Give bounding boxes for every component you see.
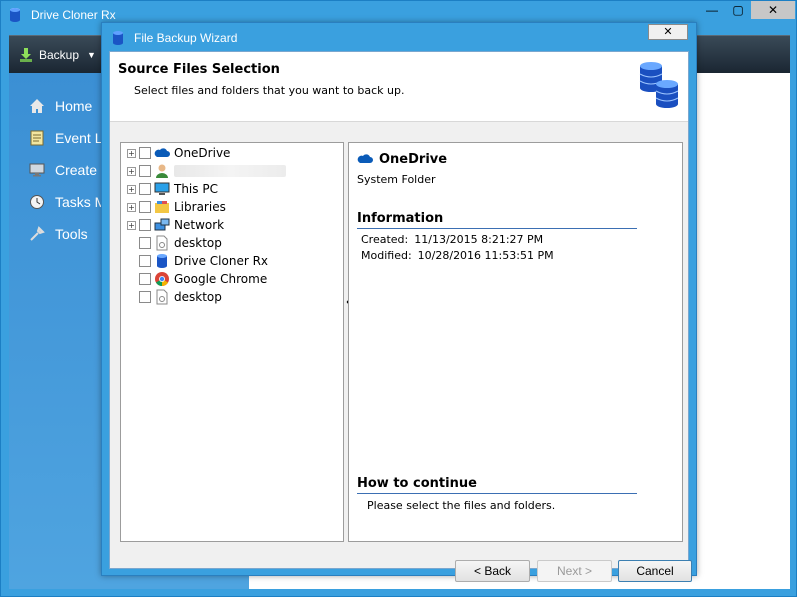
expand-icon[interactable]: +: [127, 184, 136, 194]
monitor-icon: [29, 163, 45, 177]
tree-checkbox[interactable]: [139, 165, 151, 177]
tree-checkbox[interactable]: [139, 147, 151, 159]
network-icon: [154, 218, 170, 231]
tree-checkbox[interactable]: [139, 255, 151, 267]
created-label: Created:: [361, 233, 409, 246]
source-tree[interactable]: + OneDrive + + This PC + Libraries + Net…: [120, 142, 344, 542]
tree-item-label: This PC: [174, 182, 218, 196]
expand-icon[interactable]: +: [127, 202, 136, 212]
modified-label: Modified:: [361, 249, 412, 262]
app-title: Drive Cloner Rx: [31, 8, 116, 22]
chrome-icon: [155, 272, 169, 286]
computer-icon: [154, 182, 170, 195]
tree-checkbox[interactable]: [139, 273, 151, 285]
sidebar-item-label: Tools: [55, 226, 88, 242]
tree-item-label: desktop: [174, 236, 222, 250]
tree-item-google-chrome[interactable]: Google Chrome: [127, 270, 267, 288]
tree-checkbox[interactable]: [139, 219, 151, 231]
tree-item-onedrive[interactable]: + OneDrive: [127, 144, 230, 162]
minimize-button[interactable]: —: [698, 1, 726, 19]
selected-item-type: System Folder: [357, 173, 436, 186]
how-to-continue-heading: How to continue: [357, 476, 637, 494]
expand-icon[interactable]: +: [127, 220, 136, 230]
tree-item-user[interactable]: +: [127, 162, 286, 180]
sidebar-item-create[interactable]: Create F: [29, 159, 109, 181]
selected-item-title: OneDrive: [357, 151, 447, 167]
wizard-step-title: Source Files Selection: [118, 62, 280, 77]
log-icon: [30, 130, 44, 146]
shortcut-file-icon: [156, 289, 168, 305]
sidebar-item-label: Tasks M: [55, 194, 107, 210]
back-button[interactable]: < Back: [455, 560, 530, 582]
backup-menu-button[interactable]: Backup ▼: [19, 44, 96, 66]
wizard-step-subtitle: Select files and folders that you want t…: [134, 84, 405, 97]
dialog-title: File Backup Wizard: [134, 31, 238, 45]
onedrive-icon: [154, 148, 170, 157]
tree-item-label: desktop: [174, 290, 222, 304]
dialog-body: Source Files Selection Select files and …: [109, 51, 692, 582]
tree-checkbox[interactable]: [139, 237, 151, 249]
chevron-down-icon: ▼: [87, 50, 96, 60]
user-icon: [156, 164, 168, 178]
clock-icon: [30, 195, 44, 209]
tree-checkbox[interactable]: [139, 183, 151, 195]
item-info-panel: OneDrive System Folder Information Creat…: [348, 142, 683, 542]
tree-item-drive-cloner[interactable]: Drive Cloner Rx: [127, 252, 268, 270]
database-icon: [113, 31, 123, 45]
modified-value: 10/28/2016 11:53:51 PM: [417, 249, 554, 262]
tree-item-desktop[interactable]: desktop: [127, 234, 222, 252]
tree-item-label: OneDrive: [174, 146, 231, 160]
tree-item-desktop-2[interactable]: desktop: [127, 288, 222, 306]
file-backup-wizard-dialog: File Backup Wizard ✕ Source Files Select…: [101, 22, 697, 582]
database-icon: [10, 8, 20, 22]
close-button[interactable]: ✕: [751, 1, 795, 19]
how-to-continue-text: Please select the files and folders.: [367, 499, 556, 512]
dialog-close-button[interactable]: ✕: [648, 24, 688, 40]
shortcut-file-icon: [156, 235, 168, 251]
database-icon: [157, 254, 167, 268]
maximize-button[interactable]: ▢: [724, 1, 752, 19]
blurred-username: [174, 165, 286, 177]
tree-checkbox[interactable]: [139, 291, 151, 303]
dialog-titlebar: File Backup Wizard ✕: [102, 23, 696, 51]
created-value: 11/13/2015 8:21:27 PM: [414, 233, 544, 246]
created-row: Created: 11/13/2015 8:21:27 PM: [361, 233, 543, 246]
tools-icon: [30, 226, 45, 241]
modified-row: Modified: 10/28/2016 11:53:51 PM: [361, 249, 554, 262]
tree-item-this-pc[interactable]: + This PC: [127, 180, 218, 198]
databases-icon: [639, 62, 679, 108]
tree-item-label: Drive Cloner Rx: [174, 254, 269, 268]
tree-item-network[interactable]: + Network: [127, 216, 224, 234]
cancel-button[interactable]: Cancel: [618, 560, 692, 582]
tree-item-label: Google Chrome: [174, 272, 268, 286]
expand-icon[interactable]: +: [127, 148, 136, 158]
information-heading: Information: [357, 211, 637, 229]
selected-item-name: OneDrive: [379, 151, 448, 167]
tree-checkbox[interactable]: [139, 201, 151, 213]
next-button[interactable]: Next >: [537, 560, 612, 582]
sidebar-item-label: Home: [55, 98, 93, 114]
sidebar-item-tasks[interactable]: Tasks M: [29, 191, 106, 213]
tree-item-libraries[interactable]: + Libraries: [127, 198, 226, 216]
wizard-header: Source Files Selection Select files and …: [110, 52, 688, 122]
sidebar-item-event-log[interactable]: Event Lo: [29, 127, 110, 149]
tree-item-label: Libraries: [174, 200, 226, 214]
expand-icon[interactable]: +: [127, 166, 136, 176]
backup-label: Backup: [39, 48, 80, 62]
tree-item-label: Network: [174, 218, 225, 232]
sidebar-item-home[interactable]: Home: [29, 95, 92, 117]
libraries-icon: [155, 201, 169, 213]
onedrive-icon: [357, 154, 373, 163]
home-icon: [30, 99, 44, 113]
sidebar-item-tools[interactable]: Tools: [29, 223, 88, 245]
backup-arrow-icon: [20, 48, 32, 62]
